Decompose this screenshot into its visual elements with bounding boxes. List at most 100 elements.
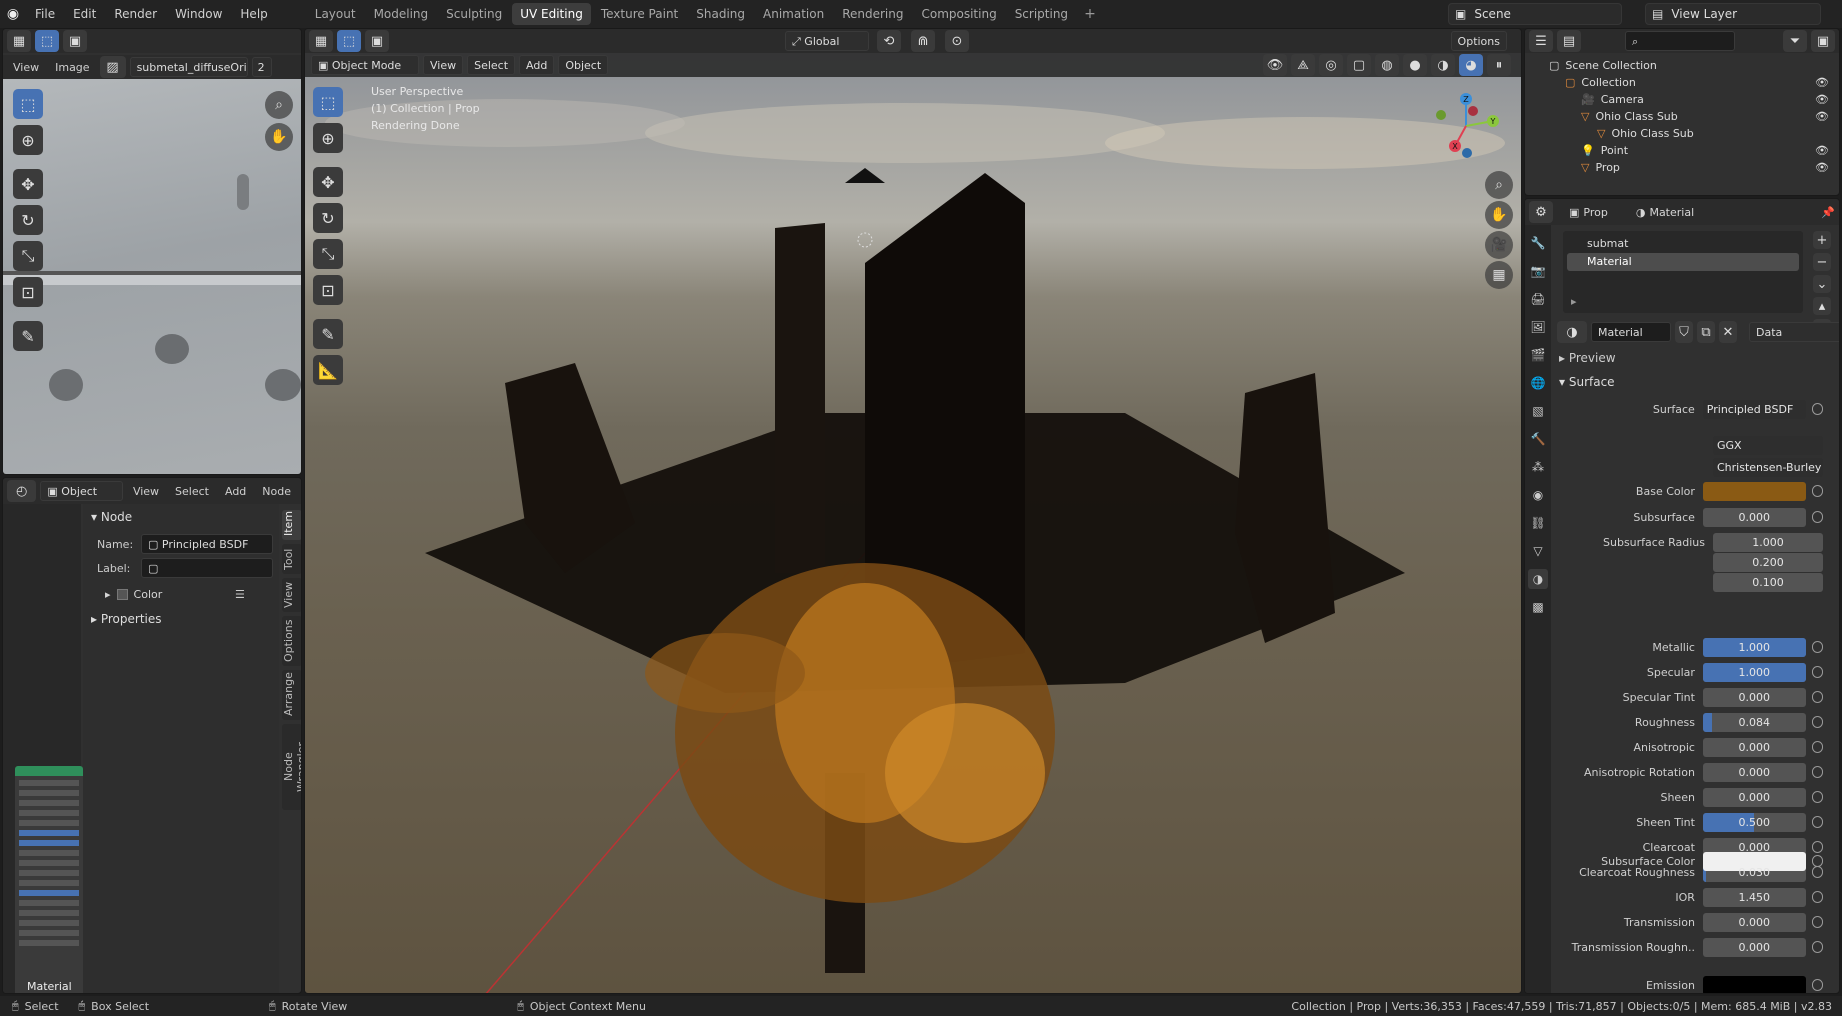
material-name-field[interactable]: Material — [1591, 322, 1671, 342]
slot-submat[interactable]: submat — [1567, 235, 1799, 253]
menu-edit[interactable]: Edit — [64, 0, 105, 28]
outliner-type-icon[interactable]: ☰ — [1529, 30, 1553, 52]
menu-view[interactable]: View — [7, 61, 45, 74]
input-socket-icon[interactable] — [1811, 891, 1823, 903]
input-socket-icon[interactable] — [1811, 666, 1823, 678]
image-browse-icon[interactable]: ▨ — [99, 56, 126, 78]
input-slider[interactable]: 0.000 — [1702, 787, 1806, 807]
subsurface-method-dropdown[interactable]: Christensen-Burley — [1713, 457, 1823, 477]
emission-socket-icon[interactable] — [1811, 979, 1823, 991]
preview-panel-header[interactable]: ▸ Preview — [1559, 351, 1616, 365]
browse-material-icon[interactable]: ◑ — [1557, 321, 1587, 343]
viewport-menu-add[interactable]: Add — [519, 55, 555, 75]
gizmo-neg-x-dot[interactable] — [1468, 106, 1478, 116]
gizmo-toggle-icon[interactable]: ⟁ — [1291, 54, 1315, 76]
input-slider[interactable]: 0.000 — [1702, 687, 1806, 707]
world-tab-icon[interactable]: 🌐 — [1528, 373, 1548, 393]
base-color-swatch[interactable] — [1702, 481, 1806, 501]
overlay-toggle-icon[interactable]: ◎ — [1319, 54, 1343, 76]
particles-tab-icon[interactable]: ⁂ — [1528, 457, 1548, 477]
node-label-field[interactable]: ▢ — [141, 558, 273, 578]
link-dropdown[interactable]: Data — [1749, 322, 1839, 342]
node-canvas[interactable]: Material — [3, 504, 83, 993]
input-slider[interactable]: 1.450 — [1702, 887, 1806, 907]
outliner-item-prop[interactable]: ▽ Prop 👁 — [1525, 157, 1839, 177]
select-box-tool-icon[interactable]: ⬚ — [13, 89, 43, 119]
input-socket-icon[interactable] — [1811, 791, 1823, 803]
menu-image[interactable]: Image — [49, 61, 95, 74]
tab-options[interactable]: Options — [282, 616, 301, 666]
navigation-gizmo[interactable]: Z Y X — [1431, 91, 1501, 161]
viewport-move-icon[interactable]: ✥ — [313, 167, 343, 197]
node-menu-add[interactable]: Add — [219, 485, 252, 498]
tab-texture-paint[interactable]: Texture Paint — [593, 3, 686, 25]
pivot-icon[interactable]: ⟲ — [877, 30, 901, 52]
material-shading-icon[interactable]: ◑ — [1431, 54, 1455, 76]
tab-item[interactable]: Item — [282, 510, 301, 540]
select-mode-icon[interactable]: ▣ — [63, 30, 87, 52]
visibility-eye-icon[interactable]: 👁 — [1815, 93, 1829, 106]
surface-panel-header[interactable]: ▾ Surface — [1559, 375, 1615, 389]
measure-icon[interactable]: 📐 — [313, 355, 343, 385]
solid-shading-icon[interactable]: ● — [1403, 54, 1427, 76]
tab-node-wrangler[interactable]: Node Wrangler — [282, 724, 301, 810]
viewport-menu-view[interactable]: View — [423, 55, 464, 75]
move-up-icon[interactable]: ▴ — [1813, 297, 1831, 315]
options-dropdown[interactable]: Options — [1450, 31, 1507, 51]
distribution-dropdown[interactable]: GGX — [1713, 435, 1823, 455]
input-slider[interactable]: 0.000 — [1702, 937, 1806, 957]
visibility-eye-icon[interactable]: 👁 — [1815, 144, 1829, 157]
constraints-tab-icon[interactable]: ⛓ — [1528, 513, 1548, 533]
scale-tool-icon[interactable]: ⤡ — [13, 241, 43, 271]
pause-render-icon[interactable]: ⏸ — [1487, 54, 1511, 76]
tab-modeling[interactable]: Modeling — [366, 3, 437, 25]
tab-animation[interactable]: Animation — [755, 3, 832, 25]
input-slider[interactable]: 0.000 — [1702, 912, 1806, 932]
proportional-edit-icon[interactable]: ⊙ — [945, 30, 969, 52]
node-menu-view[interactable]: View — [127, 485, 165, 498]
tab-scripting[interactable]: Scripting — [1007, 3, 1076, 25]
viewport-cursor-icon[interactable]: ⊕ — [313, 123, 343, 153]
new-collection-icon[interactable]: ▣ — [1811, 30, 1835, 52]
tab-layout[interactable]: Layout — [307, 3, 364, 25]
duplicate-material-icon[interactable]: ⧉ — [1697, 321, 1715, 343]
tab-view[interactable]: View — [282, 578, 301, 612]
input-socket-icon[interactable] — [1811, 766, 1823, 778]
uv-image-canvas[interactable] — [3, 79, 301, 474]
menu-file[interactable]: File — [26, 0, 64, 28]
input-slider[interactable]: 0.000 — [1702, 762, 1806, 782]
node-menu-select[interactable]: Select — [169, 485, 215, 498]
visibility-eye-icon[interactable]: 👁 — [1815, 161, 1829, 174]
breadcrumb-object[interactable]: Prop — [1583, 206, 1607, 219]
view-layer-selector[interactable]: ▤ View Layer — [1645, 3, 1821, 25]
gizmo-neg-y-dot[interactable] — [1436, 110, 1446, 120]
node-editor-type-icon[interactable]: ◴ — [7, 480, 37, 502]
node-menu-node[interactable]: Node — [256, 485, 297, 498]
input-slider[interactable]: 0.084 — [1702, 712, 1806, 732]
preset-list-icon[interactable]: ☰ — [235, 588, 245, 601]
slot-expand-icon[interactable]: ▸ — [1571, 295, 1577, 308]
tab-compositing[interactable]: Compositing — [913, 3, 1004, 25]
object-mode-dropdown[interactable]: ▣ Object Mode — [311, 55, 419, 75]
tab-shading[interactable]: Shading — [688, 3, 753, 25]
viewport-zoom-icon[interactable]: ⌕ — [1485, 171, 1513, 199]
camera-view-icon[interactable]: 🎥 — [1485, 231, 1513, 259]
menu-render[interactable]: Render — [105, 0, 166, 28]
properties-section-header[interactable]: ▸ Properties — [91, 612, 162, 626]
xray-icon[interactable]: ▢ — [1347, 54, 1371, 76]
viewport-annotate-icon[interactable]: ✎ — [313, 319, 343, 349]
viewport-menu-object[interactable]: Object — [558, 55, 609, 75]
scene-selector[interactable]: ▣ Scene — [1448, 3, 1622, 25]
zoom-icon[interactable]: ⌕ — [265, 91, 293, 119]
properties-type-icon[interactable]: ⚙ — [1529, 201, 1553, 223]
object-tab-icon[interactable]: ▧ — [1528, 401, 1548, 421]
transform-tool-icon[interactable]: ⊡ — [13, 277, 43, 307]
editor-type-icon[interactable]: ▦ — [7, 30, 31, 52]
add-workspace-icon[interactable]: + — [1078, 6, 1102, 22]
render-tab-icon[interactable]: 📷 — [1528, 261, 1548, 281]
input-slider[interactable]: 0.100 — [1713, 572, 1823, 592]
blender-logo-icon[interactable]: ◉ — [0, 0, 26, 28]
cursor-tool-icon[interactable]: ⊕ — [13, 125, 43, 155]
unlink-material-icon[interactable]: ✕ — [1719, 321, 1737, 343]
modifier-tab-icon[interactable]: 🔨 — [1528, 429, 1548, 449]
